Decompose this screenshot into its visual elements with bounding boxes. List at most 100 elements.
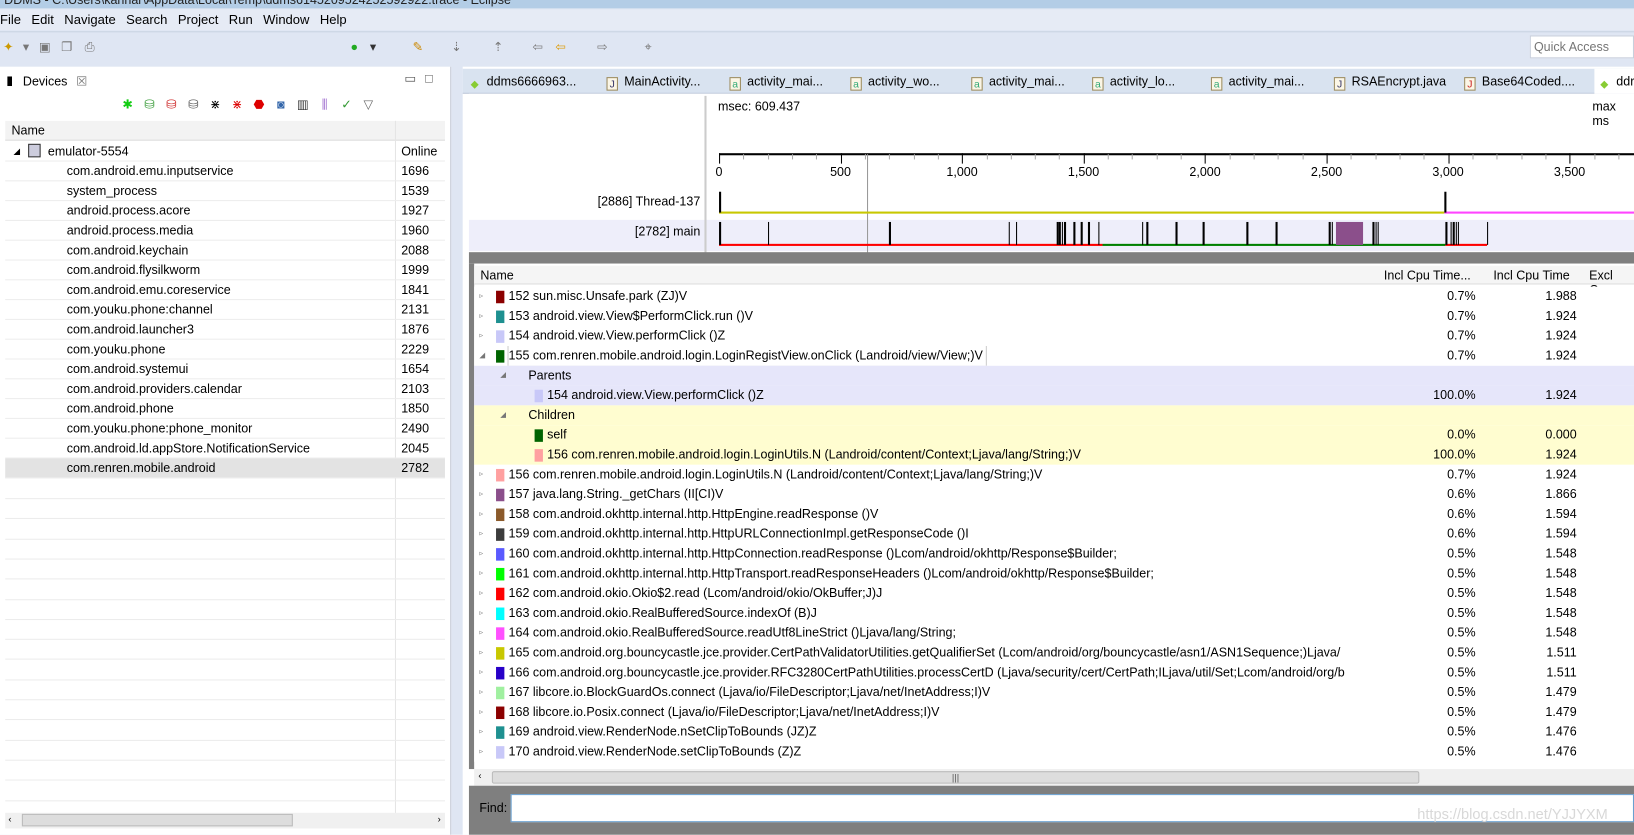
profile-row[interactable]: ▹ 163 com.android.okio.RealBufferedSource… xyxy=(474,603,1634,624)
expand-toggle-icon[interactable]: ▹ xyxy=(479,663,483,683)
expand-toggle-icon[interactable]: ◢ xyxy=(500,366,506,386)
menu-help[interactable]: Help xyxy=(317,9,354,30)
expand-toggle-icon[interactable]: ▹ xyxy=(479,465,483,485)
cause-gc-icon[interactable]: ⛁ xyxy=(184,96,202,114)
thread-event-mark[interactable] xyxy=(1015,221,1018,245)
view-menu-icon[interactable]: ▽ xyxy=(360,96,378,114)
profile-row[interactable]: self 0.0% 0.000 xyxy=(474,425,1634,445)
expand-toggle-icon[interactable]: ▹ xyxy=(479,564,483,584)
profile-row[interactable]: ▹ 168 libcore.io.Posix.connect (Ljava/io/… xyxy=(474,702,1634,723)
expand-toggle-icon[interactable]: ▹ xyxy=(479,623,483,643)
thread-event-mark[interactable] xyxy=(1486,221,1489,245)
expand-toggle-icon[interactable]: ◢ xyxy=(479,346,485,366)
save-all-icon[interactable]: ❐ xyxy=(58,40,75,56)
editor-tab[interactable]: a activity_lo... xyxy=(1092,74,1175,91)
thread-event-mark[interactable] xyxy=(1445,221,1448,245)
process-row[interactable]: com.android.phone 1850 xyxy=(5,399,445,419)
column-name[interactable]: Name xyxy=(480,268,513,283)
scroll-thumb[interactable]: ||| xyxy=(491,771,1420,784)
prev-annotation-icon[interactable]: ⇡ xyxy=(490,40,507,56)
dump-view-hierarchy-icon[interactable]: ▥ xyxy=(294,96,312,114)
last-edit-icon[interactable]: ⇦ xyxy=(529,40,546,56)
new-dropdown-icon[interactable]: ▾ xyxy=(18,40,35,56)
thread-event-mark[interactable] xyxy=(1064,221,1066,245)
process-row[interactable]: android.process.acore 1927 xyxy=(5,201,445,221)
process-row[interactable]: system_process 1539 xyxy=(5,181,445,202)
editor-tab[interactable]: a activity_wo... xyxy=(850,74,940,91)
thread-event-mark[interactable] xyxy=(1377,221,1380,245)
run-icon[interactable]: ● xyxy=(346,40,363,56)
expand-toggle-icon[interactable]: ▹ xyxy=(479,742,483,762)
close-icon[interactable]: ☒ xyxy=(76,74,87,89)
menu-navigate[interactable]: Navigate xyxy=(61,9,123,30)
expand-toggle-icon[interactable]: ◢ xyxy=(500,405,506,425)
thread-event-mark[interactable] xyxy=(767,221,770,245)
profile-row[interactable]: ▹ 154 android.view.View.performClick ()Z 0… xyxy=(474,326,1634,346)
menu-window[interactable]: Window xyxy=(260,9,317,30)
expand-toggle-icon[interactable]: ▹ xyxy=(479,326,483,346)
quick-access-input[interactable] xyxy=(1529,35,1634,59)
profile-row[interactable]: ▹ 152 sun.misc.Unsafe.park (ZJ)V 0.7% 1.988 xyxy=(474,286,1634,307)
minimize-icon[interactable]: ▭ xyxy=(404,71,416,86)
thread-label[interactable]: [2886] Thread-137 xyxy=(598,194,701,209)
thread-event-mark[interactable] xyxy=(1146,221,1149,245)
menu-edit[interactable]: Edit xyxy=(28,9,61,30)
editor-tab[interactable]: a activity_mai... xyxy=(971,74,1065,91)
scroll-thumb[interactable] xyxy=(21,813,293,827)
process-row[interactable]: com.youku.phone:channel 2131 xyxy=(5,300,445,320)
scroll-right-icon[interactable]: › xyxy=(438,814,441,824)
thread-event-mark[interactable] xyxy=(719,221,721,245)
profile-row[interactable]: 154 android.view.View.performClick ()Z 10… xyxy=(474,385,1634,406)
process-row[interactable]: com.renren.mobile.android 2782 xyxy=(5,458,445,479)
systrace-icon[interactable]: ⫼ xyxy=(316,96,334,114)
expand-toggle-icon[interactable]: ▹ xyxy=(479,722,483,742)
forward-icon[interactable]: ⇨ xyxy=(594,40,611,56)
process-row[interactable]: com.android.emu.coreservice 1841 xyxy=(5,280,445,301)
expand-toggle-icon[interactable]: ▹ xyxy=(479,485,483,505)
timeline-divider[interactable] xyxy=(704,95,707,255)
open-task-icon[interactable]: ✎ xyxy=(410,40,427,56)
thread-method-block[interactable] xyxy=(1336,221,1364,245)
process-row[interactable]: com.android.flysilkworm 1999 xyxy=(5,261,445,281)
profile-row[interactable]: ▹ 169 android.view.RenderNode.nSetClipToB… xyxy=(474,722,1634,742)
profile-row[interactable]: ◢ Children xyxy=(474,405,1634,426)
save-icon[interactable]: ▣ xyxy=(36,40,53,56)
expand-toggle-icon[interactable]: ▹ xyxy=(479,603,483,623)
process-row[interactable]: com.android.launcher3 1876 xyxy=(5,320,445,340)
update-heap-icon[interactable]: ⛁ xyxy=(141,96,159,114)
thread-label[interactable]: [2782] main xyxy=(635,224,700,239)
profile-row[interactable]: ◢ Parents xyxy=(474,365,1634,386)
scroll-left-icon[interactable]: ‹ xyxy=(478,770,481,780)
expand-toggle-icon[interactable]: ▹ xyxy=(479,544,483,564)
thread-event-mark[interactable] xyxy=(1275,221,1278,245)
thread-event-mark[interactable] xyxy=(1455,221,1457,245)
thread-event-mark[interactable] xyxy=(1175,221,1178,245)
devices-tab[interactable]: ▮ Devices ☒ xyxy=(0,68,88,94)
process-row[interactable]: com.android.providers.calendar 2103 xyxy=(5,379,445,400)
thread-event-mark[interactable] xyxy=(1452,221,1455,245)
new-icon[interactable]: ✦ xyxy=(0,40,17,56)
thread-event-mark[interactable] xyxy=(1246,221,1248,245)
process-row[interactable]: com.youku.phone 2229 xyxy=(5,340,445,360)
device-row[interactable]: ◢ emulator-5554 Online xyxy=(5,142,445,162)
expand-toggle-icon[interactable]: ▹ xyxy=(479,306,483,326)
scroll-left-icon[interactable]: ‹ xyxy=(8,814,11,824)
opengl-trace-icon[interactable]: ✓ xyxy=(338,96,356,114)
thread-event-mark[interactable] xyxy=(1141,221,1144,245)
expand-toggle-icon[interactable]: ▹ xyxy=(479,287,483,307)
profile-row[interactable]: ▹ 157 java.lang.String._getChars (II[CI)V… xyxy=(474,484,1634,505)
editor-tab[interactable]: J MainActivity... xyxy=(606,74,700,91)
thread-event-mark[interactable] xyxy=(1059,221,1061,245)
menu-search[interactable]: Search xyxy=(123,9,175,30)
expand-icon[interactable]: ◢ xyxy=(14,142,20,162)
expand-toggle-icon[interactable]: ▹ xyxy=(479,643,483,663)
thread-event-mark[interactable] xyxy=(1444,191,1446,213)
thread-event-mark[interactable] xyxy=(889,221,891,245)
profile-row[interactable]: ▹ 159 com.android.okhttp.internal.http.Ht… xyxy=(474,524,1634,544)
update-threads-icon[interactable]: ⋇ xyxy=(206,96,224,114)
run-dropdown-icon[interactable]: ▾ xyxy=(365,40,382,56)
devices-horizontal-scrollbar[interactable]: ‹ › xyxy=(5,812,445,829)
profile-row[interactable]: ▹ 170 android.view.RenderNode.setClipToBo… xyxy=(474,741,1634,762)
expand-toggle-icon[interactable]: ▹ xyxy=(479,702,483,722)
profile-row[interactable]: ◢ 155 com.renren.mobile.android.login.Log… xyxy=(474,345,1634,366)
